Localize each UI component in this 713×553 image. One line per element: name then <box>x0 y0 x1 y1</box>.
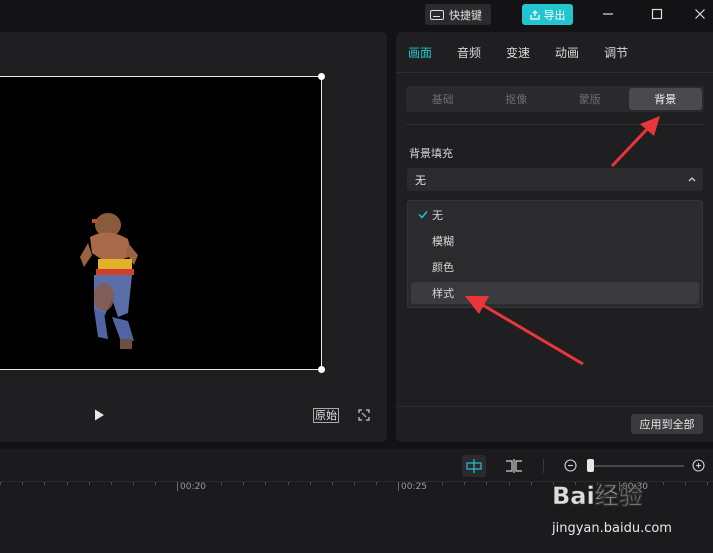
option-blur[interactable]: 模糊 <box>411 230 699 252</box>
subtab-background[interactable]: 背景 <box>628 88 702 110</box>
annotation-arrow-style <box>465 296 584 366</box>
snap-icon <box>466 459 482 473</box>
tab-audio[interactable]: 音频 <box>457 44 481 61</box>
subtab-cutout[interactable]: 抠像 <box>480 86 554 112</box>
annotation-arrow-background <box>610 116 660 168</box>
tab-picture[interactable]: 画面 <box>408 44 432 61</box>
ruler-major-tick <box>177 482 178 491</box>
watermark-logo: Bai经验 jingyan.baidu.com <box>551 482 672 536</box>
subtab-basic[interactable]: 基础 <box>406 86 480 112</box>
close-icon <box>695 9 705 19</box>
chevron-up-icon <box>688 177 696 182</box>
export-label: 导出 <box>543 8 566 22</box>
ruler-minor-tick <box>575 482 576 485</box>
ruler-minor-tick <box>0 482 1 485</box>
zoom-out-icon[interactable] <box>564 459 577 472</box>
ruler-minor-tick <box>420 482 421 485</box>
ruler-minor-tick <box>111 482 112 485</box>
minimize-button[interactable] <box>596 3 620 25</box>
ruler-minor-tick <box>199 482 200 485</box>
ruler-minor-tick <box>509 482 510 485</box>
shortcut-keys-button[interactable]: 快捷键 <box>425 4 491 25</box>
zoom-slider-handle[interactable] <box>587 459 594 472</box>
ruler-minor-tick <box>265 482 266 485</box>
ruler-minor-tick <box>133 482 134 485</box>
ruler-minor-tick <box>288 482 289 485</box>
ruler-minor-tick <box>707 482 708 485</box>
ruler-minor-tick <box>486 482 487 485</box>
tabs-divider <box>396 72 713 73</box>
ruler-minor-tick <box>221 482 222 485</box>
resize-handle-bottom-right[interactable] <box>318 366 325 373</box>
option-color-label: 颜色 <box>432 261 454 274</box>
ruler-minor-tick <box>464 482 465 485</box>
maximize-button[interactable] <box>645 3 669 25</box>
subtab-mask[interactable]: 蒙版 <box>553 86 627 112</box>
ruler-label-20s: 00:20 <box>180 482 206 492</box>
apply-to-all-button[interactable]: 应用到全部 <box>631 414 703 434</box>
baidu-jingyan-watermark: Bai经验 jingyan.baidu.com <box>548 474 713 553</box>
app-window: 快捷键 导出 原始 画面 音频 变速 动画 调节 基础 抠像 蒙版 背景 背景填… <box>0 0 713 553</box>
ruler-minor-tick <box>597 482 598 485</box>
export-icon <box>529 9 540 20</box>
ruler-minor-tick <box>354 482 355 485</box>
picture-subtabs: 基础 抠像 蒙版 背景 <box>406 86 704 112</box>
option-blur-label: 模糊 <box>432 235 454 248</box>
keyboard-icon <box>430 9 444 20</box>
ruler-minor-tick <box>376 482 377 485</box>
ruler-minor-tick <box>442 482 443 485</box>
background-fill-value: 无 <box>415 173 426 187</box>
video-canvas[interactable] <box>0 76 322 370</box>
option-style-label: 样式 <box>432 287 454 300</box>
panel-footer-divider <box>396 406 713 407</box>
tab-adjust[interactable]: 调节 <box>604 44 628 61</box>
ruler-minor-tick <box>531 482 532 485</box>
ruler-minor-tick <box>685 482 686 485</box>
auto-snap-button[interactable] <box>462 455 486 477</box>
option-color[interactable]: 颜色 <box>411 256 699 278</box>
export-button[interactable]: 导出 <box>522 4 573 25</box>
zoom-in-icon[interactable] <box>692 459 705 472</box>
toolbar-separator <box>543 459 544 473</box>
zoom-slider-track[interactable] <box>590 465 684 467</box>
resize-handle-top-right[interactable] <box>318 73 325 80</box>
tab-animation[interactable]: 动画 <box>555 44 579 61</box>
watermark-brand: Bai经验 <box>552 482 643 510</box>
background-fill-label: 背景填充 <box>409 147 453 160</box>
tab-speed[interactable]: 变速 <box>506 44 530 61</box>
ruler-minor-tick <box>641 482 642 485</box>
ruler-minor-tick <box>553 482 554 485</box>
play-button[interactable] <box>92 408 106 422</box>
properties-tabs: 画面 音频 变速 动画 调节 <box>396 32 713 72</box>
ruler-label-25s: 00:25 <box>401 482 427 492</box>
aspect-ratio-original-button[interactable]: 原始 <box>313 408 339 423</box>
ruler-minor-tick <box>89 482 90 485</box>
watermark-url: jingyan.baidu.com <box>551 521 672 536</box>
minimize-icon <box>603 13 613 15</box>
ruler-minor-tick <box>310 482 311 485</box>
character-image <box>80 213 138 349</box>
ruler-minor-tick <box>67 482 68 485</box>
ruler-minor-tick <box>243 482 244 485</box>
ruler-minor-tick <box>22 482 23 485</box>
ruler-minor-tick <box>155 482 156 485</box>
split-icon[interactable] <box>504 458 524 474</box>
maximize-icon <box>651 8 663 20</box>
close-button[interactable] <box>688 3 712 25</box>
option-none[interactable]: 无 <box>411 204 699 226</box>
option-none-label: 无 <box>432 209 443 222</box>
checkmark-icon <box>418 211 428 219</box>
shortcut-keys-label: 快捷键 <box>449 8 482 22</box>
ruler-major-tick <box>398 482 399 491</box>
ruler-minor-tick <box>332 482 333 485</box>
fullscreen-icon[interactable] <box>358 409 370 421</box>
ruler-minor-tick <box>663 482 664 485</box>
ruler-minor-tick <box>44 482 45 485</box>
